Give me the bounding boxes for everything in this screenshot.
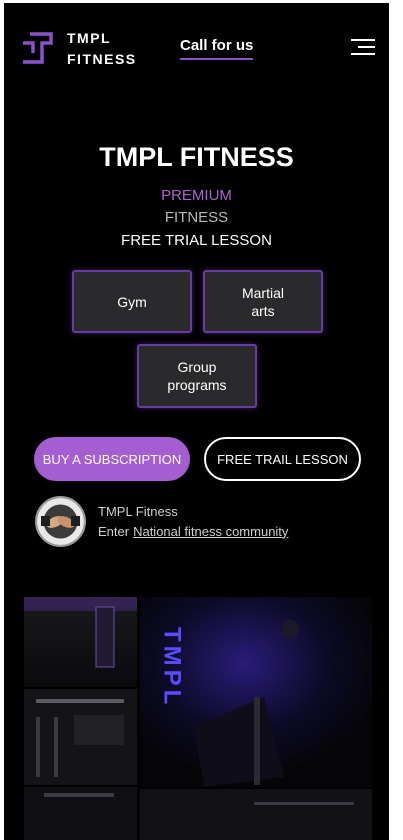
category-martial-arts-button[interactable]: Martial arts — [203, 270, 323, 333]
category-group-programs-button[interactable]: Group programs — [137, 344, 257, 408]
call-for-us-link[interactable]: Call for us — [180, 37, 254, 60]
category-group-label-2: programs — [167, 377, 227, 393]
buy-subscription-button[interactable]: BUY A SUBSCRIPTION — [34, 437, 190, 481]
community-link[interactable]: National fitness community — [133, 524, 288, 539]
logo[interactable]: TMPL FITNESS — [20, 28, 137, 70]
logo-line2: FITNESS — [67, 51, 137, 67]
tag-premium: PREMIUM — [161, 187, 232, 204]
page-title: TMPL FITNESS — [99, 142, 294, 172]
gallery-photo-5[interactable] — [140, 789, 372, 840]
community-block: TMPL Fitness Enter National fitness commu… — [35, 496, 288, 547]
gym-photo-gallery: TMPL — [24, 597, 372, 840]
logo-text: TMPL FITNESS — [67, 28, 137, 70]
menu-icon[interactable] — [351, 39, 375, 56]
category-gym-button[interactable]: Gym — [72, 270, 192, 333]
logo-line1: TMPL — [67, 30, 112, 46]
free-trial-button[interactable]: FREE TRAIL LESSON — [204, 437, 361, 481]
avatar[interactable] — [35, 496, 86, 547]
community-enter-label: Enter — [98, 523, 130, 539]
tag-fitness: FITNESS — [164, 209, 229, 226]
tag-free-trial: FREE TRIAL LESSON — [121, 232, 272, 249]
category-gym-label: Gym — [117, 293, 147, 310]
category-martial-label-2: arts — [251, 302, 275, 319]
handshake-avatar-icon — [37, 498, 84, 545]
neon-sign-text: TMPL — [159, 627, 186, 708]
app-screen: TMPL FITNESS Call for us TMPL FITNESS PR… — [4, 3, 389, 840]
category-group-label-1: Group — [177, 359, 217, 375]
category-martial-label-1: Martial — [241, 284, 284, 301]
logo-mark-icon — [23, 32, 53, 64]
community-name: TMPL Fitness — [98, 503, 178, 519]
